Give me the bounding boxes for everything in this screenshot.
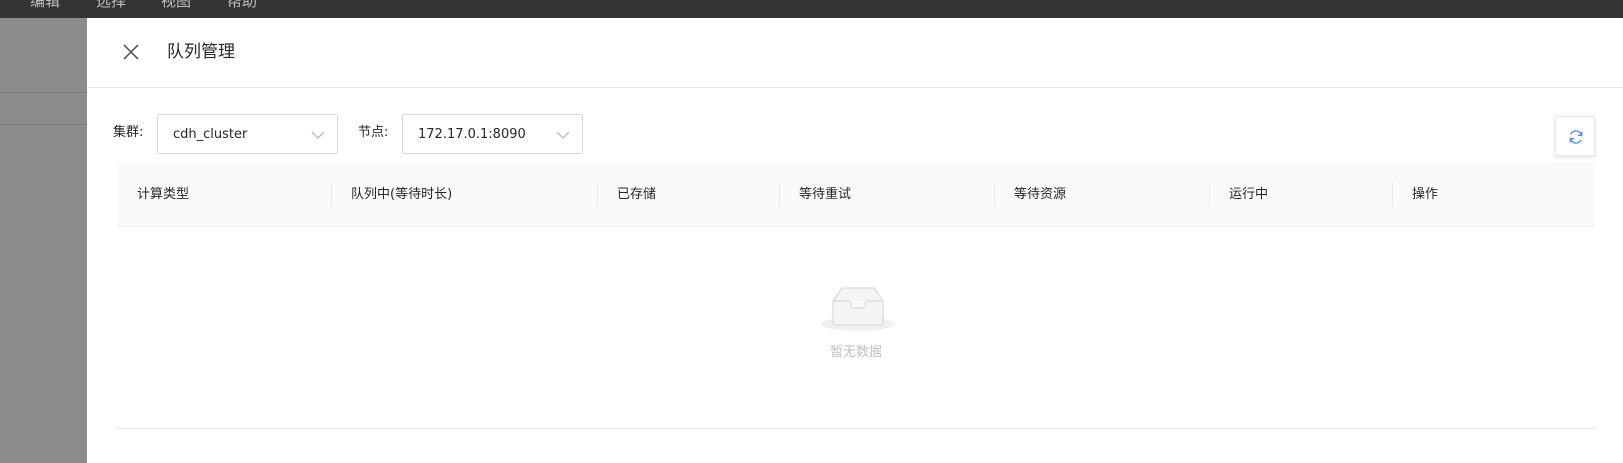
close-button[interactable] [121, 42, 141, 62]
menu-item-help[interactable]: 帮助 [227, 0, 257, 11]
table-header: 计算类型 队列中(等待时长) 已存储 等待重试 等待资源 运行中 操作 [117, 163, 1595, 227]
column-separator [1209, 183, 1210, 207]
column-header-actions: 操作 [1392, 163, 1595, 227]
column-header-compute-type: 计算类型 [117, 163, 327, 227]
column-separator [779, 183, 780, 207]
column-header-waiting-retry: 等待重试 [779, 163, 994, 227]
refresh-icon [1569, 130, 1583, 144]
empty-state: 暂无数据 [117, 227, 1595, 429]
column-header-label: 等待资源 [1014, 187, 1067, 202]
column-header-label: 操作 [1412, 187, 1439, 202]
backdrop-divider [0, 92, 87, 93]
cluster-select-value: cdh_cluster [173, 127, 248, 142]
column-header-label: 已存储 [617, 187, 657, 202]
node-label: 节点: [358, 125, 389, 140]
refresh-button[interactable] [1555, 116, 1595, 156]
menu-item-select[interactable]: 选择 [96, 0, 126, 11]
column-header-waiting-resource: 等待资源 [994, 163, 1209, 227]
node-select[interactable]: 172.17.0.1:8090 [402, 114, 583, 154]
backdrop-divider [0, 124, 87, 125]
column-header-label: 队列中(等待时长) [351, 187, 453, 202]
column-header-label: 计算类型 [137, 187, 190, 202]
drawer-title: 队列管理 [167, 42, 235, 62]
chevron-down-icon [311, 131, 325, 139]
menu-bar: 编辑 选择 视图 帮助 [0, 0, 1623, 18]
menu-item-edit[interactable]: 编辑 [30, 0, 60, 11]
queue-management-drawer: 队列管理 集群: cdh_cluster 节点: 172.17.0.1:8090… [87, 18, 1623, 463]
column-separator [994, 183, 995, 207]
empty-inbox-icon [821, 287, 895, 331]
modal-backdrop[interactable] [0, 18, 87, 463]
column-separator [1392, 183, 1393, 207]
empty-text: 暂无数据 [829, 345, 882, 360]
column-header-stored: 已存储 [597, 163, 779, 227]
node-select-value: 172.17.0.1:8090 [418, 127, 526, 142]
column-header-running: 运行中 [1209, 163, 1392, 227]
cluster-label: 集群: [113, 125, 144, 140]
queue-table: 计算类型 队列中(等待时长) 已存储 等待重试 等待资源 运行中 操作 暂无数据 [117, 163, 1595, 429]
cluster-select[interactable]: cdh_cluster [157, 114, 338, 154]
column-header-label: 运行中 [1229, 187, 1269, 202]
menu-item-view[interactable]: 视图 [161, 0, 191, 11]
column-header-queued: 队列中(等待时长) [331, 163, 597, 227]
chevron-down-icon [556, 131, 570, 139]
column-separator [597, 183, 598, 207]
close-icon [123, 44, 139, 60]
column-header-label: 等待重试 [799, 187, 852, 202]
drawer-header: 队列管理 [87, 18, 1623, 88]
column-separator [331, 183, 332, 207]
